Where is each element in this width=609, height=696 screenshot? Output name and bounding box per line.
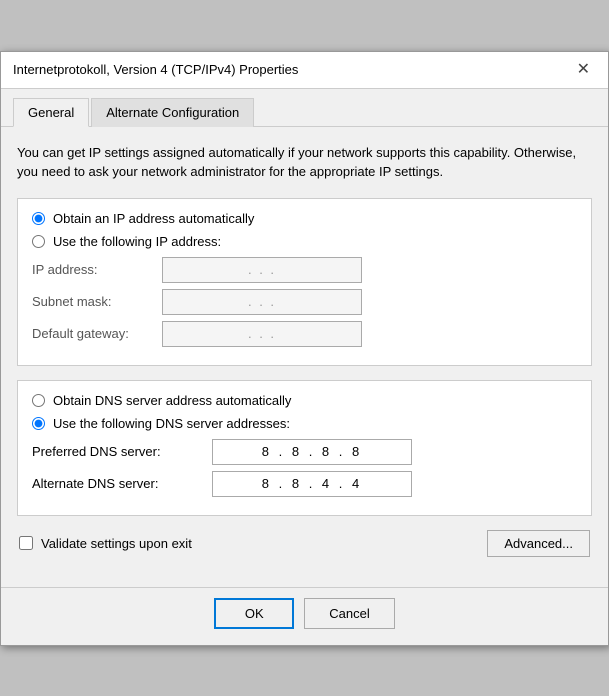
advanced-button[interactable]: Advanced... [487, 530, 590, 557]
obtain-dns-auto-label[interactable]: Obtain DNS server address automatically [53, 393, 291, 408]
obtain-ip-auto-radio[interactable] [32, 212, 45, 225]
validate-checkbox-row: Validate settings upon exit [19, 536, 192, 551]
subnet-mask-row: Subnet mask: . . . [32, 289, 577, 315]
preferred-dns-row: Preferred DNS server: 8 . 8 . 8 . 8 [32, 439, 577, 465]
alternate-dns-input[interactable]: 8 . 8 . 4 . 4 [212, 471, 412, 497]
dns-fields: Preferred DNS server: 8 . 8 . 8 . 8 Alte… [32, 439, 577, 497]
tab-content: You can get IP settings assigned automat… [1, 127, 608, 587]
window-title: Internetprotokoll, Version 4 (TCP/IPv4) … [13, 62, 298, 77]
validate-label[interactable]: Validate settings upon exit [41, 536, 192, 551]
obtain-ip-auto-label[interactable]: Obtain an IP address automatically [53, 211, 254, 226]
alternate-dns-row: Alternate DNS server: 8 . 8 . 4 . 4 [32, 471, 577, 497]
use-following-ip-radio[interactable] [32, 235, 45, 248]
subnet-mask-label: Subnet mask: [32, 294, 162, 309]
ip-fields: IP address: . . . Subnet mask: . . . Def… [32, 257, 577, 347]
obtain-ip-auto-row: Obtain an IP address automatically [32, 211, 577, 226]
default-gateway-label: Default gateway: [32, 326, 162, 341]
subnet-mask-input[interactable]: . . . [162, 289, 362, 315]
bottom-row: Validate settings upon exit Advanced... [17, 530, 592, 557]
obtain-dns-auto-radio[interactable] [32, 394, 45, 407]
use-following-ip-label[interactable]: Use the following IP address: [53, 234, 221, 249]
close-button[interactable]: ✕ [571, 60, 596, 80]
tab-general[interactable]: General [13, 98, 89, 127]
dialog-footer: OK Cancel [1, 587, 608, 645]
use-following-dns-radio[interactable] [32, 417, 45, 430]
dns-section: Obtain DNS server address automatically … [17, 380, 592, 516]
default-gateway-row: Default gateway: . . . [32, 321, 577, 347]
cancel-button[interactable]: Cancel [304, 598, 394, 629]
default-gateway-input[interactable]: . . . [162, 321, 362, 347]
ip-address-row: IP address: . . . [32, 257, 577, 283]
ip-address-input[interactable]: . . . [162, 257, 362, 283]
preferred-dns-input[interactable]: 8 . 8 . 8 . 8 [212, 439, 412, 465]
validate-checkbox[interactable] [19, 536, 33, 550]
use-following-ip-row: Use the following IP address: [32, 234, 577, 249]
use-following-dns-row: Use the following DNS server addresses: [32, 416, 577, 431]
obtain-dns-auto-row: Obtain DNS server address automatically [32, 393, 577, 408]
ip-address-label: IP address: [32, 262, 162, 277]
ok-button[interactable]: OK [214, 598, 294, 629]
use-following-dns-label[interactable]: Use the following DNS server addresses: [53, 416, 290, 431]
alternate-dns-label: Alternate DNS server: [32, 476, 212, 491]
preferred-dns-label: Preferred DNS server: [32, 444, 212, 459]
title-bar: Internetprotokoll, Version 4 (TCP/IPv4) … [1, 52, 608, 89]
tab-bar: General Alternate Configuration [1, 89, 608, 127]
ip-section: Obtain an IP address automatically Use t… [17, 198, 592, 366]
description-text: You can get IP settings assigned automat… [17, 143, 592, 182]
main-window: Internetprotokoll, Version 4 (TCP/IPv4) … [0, 51, 609, 646]
tab-alternate-configuration[interactable]: Alternate Configuration [91, 98, 254, 127]
